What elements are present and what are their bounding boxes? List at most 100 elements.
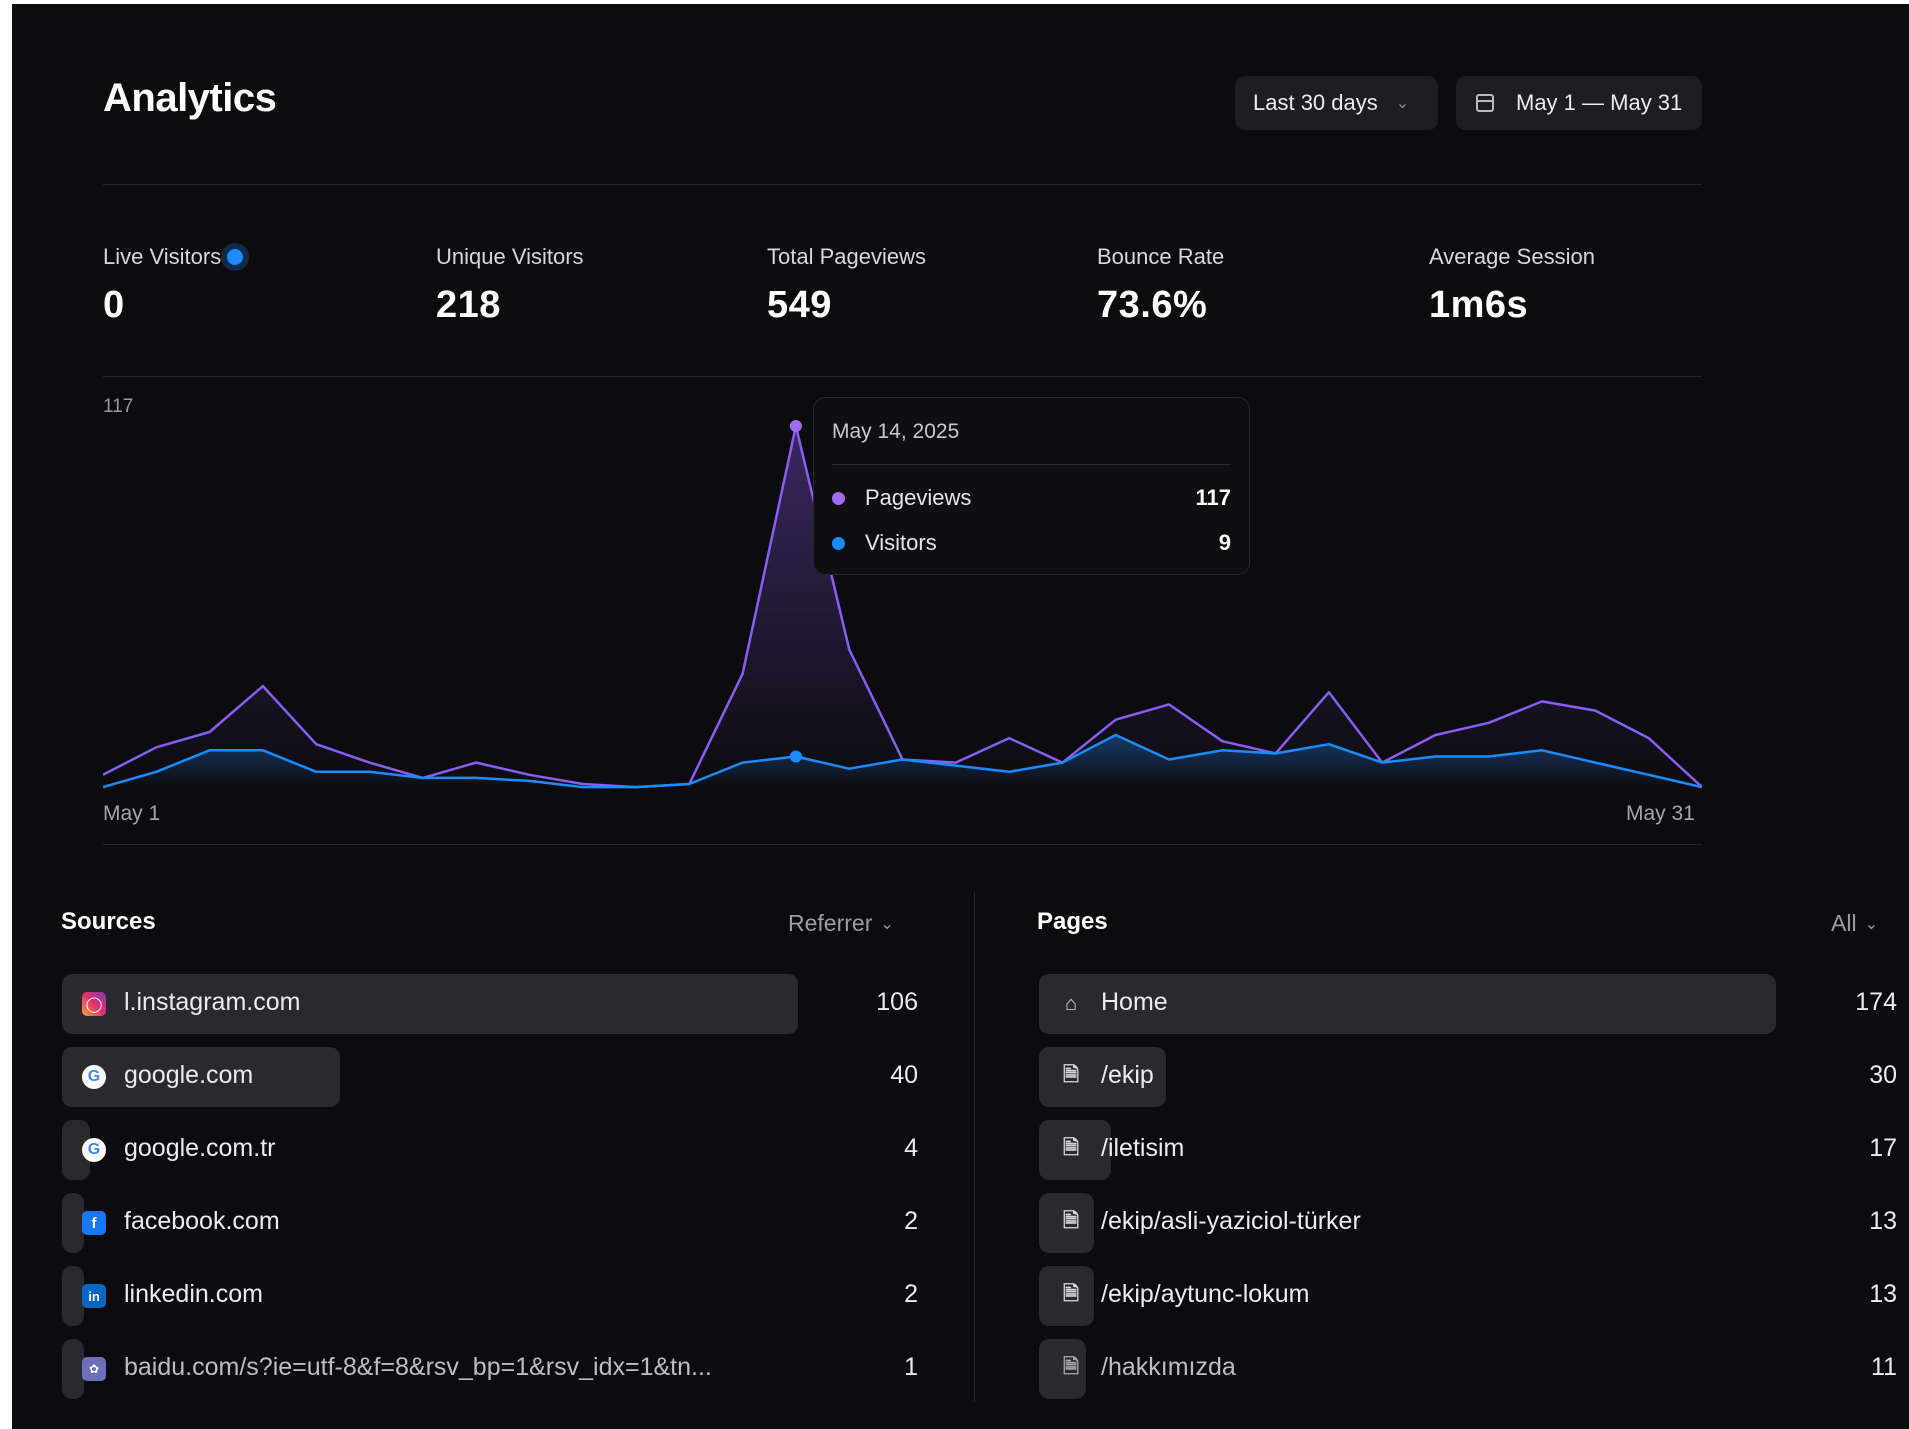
home-icon: ⌂ — [1064, 992, 1078, 1015]
source-row[interactable]: G google.com — [62, 1047, 798, 1107]
instagram-icon: ◯ — [82, 992, 106, 1016]
stat-value: 218 — [436, 284, 501, 326]
chevron-down-icon: ⌄ — [1864, 915, 1878, 933]
stat-label: Total Pageviews — [767, 244, 926, 269]
page-row[interactable]: 🗎 /hakkımızda — [1039, 1339, 1776, 1399]
source-row[interactable]: G google.com.tr — [62, 1120, 798, 1180]
range-select[interactable]: Last 30 days ⌄ — [1235, 76, 1438, 130]
page-name: /ekip/asli-yaziciol-türker — [1101, 1207, 1361, 1235]
google-icon: G — [82, 1065, 106, 1089]
x-axis-start-label: May 1 — [103, 802, 161, 825]
tooltip-label: Visitors — [865, 530, 937, 555]
file-icon: 🗎 — [1062, 1064, 1080, 1086]
page-row[interactable]: 🗎 /ekip/asli-yaziciol-türker — [1039, 1193, 1776, 1253]
tooltip-divider — [832, 464, 1231, 465]
page-row[interactable]: 🗎 /ekip — [1039, 1047, 1776, 1107]
stat-label: Bounce Rate — [1097, 244, 1225, 269]
x-axis-end-label: May 31 — [1626, 802, 1695, 825]
linkedin-icon: in — [82, 1284, 106, 1308]
tooltip-row-pageviews: Pageviews 117 — [832, 483, 1231, 513]
page-count: 13 — [1869, 1280, 1897, 1308]
page-name: /ekip/aytunc-lokum — [1101, 1280, 1310, 1308]
visitors-hover-point — [789, 750, 802, 763]
source-row[interactable]: f facebook.com — [62, 1193, 798, 1253]
visitors-dot-icon — [832, 536, 845, 550]
source-count: 4 — [904, 1134, 918, 1162]
page-name: /hakkımızda — [1101, 1353, 1236, 1381]
file-icon: 🗎 — [1062, 1356, 1080, 1378]
file-icon: 🗎 — [1062, 1137, 1080, 1159]
page-count: 17 — [1869, 1134, 1897, 1162]
page-row[interactable]: 🗎 /ekip/aytunc-lokum — [1039, 1266, 1776, 1326]
facebook-icon: f — [82, 1211, 106, 1235]
source-count: 2 — [904, 1280, 918, 1308]
page-title: Analytics — [103, 76, 277, 120]
chevron-down-icon: ⌄ — [1395, 95, 1410, 112]
baidu-icon: ✿ — [82, 1357, 106, 1381]
chart-tooltip: May 14, 2025 Pageviews 117 Visitors 9 — [813, 397, 1250, 575]
live-indicator-icon — [227, 249, 244, 265]
pages-filter-label: All — [1831, 910, 1857, 936]
stat-value: 73.6% — [1097, 284, 1208, 326]
column-divider — [974, 892, 975, 1402]
stat-bounce-rate: Bounce Rate 73.6% — [1097, 244, 1224, 327]
divider — [103, 376, 1702, 377]
date-range-button[interactable]: May 1 — May 31 — [1456, 76, 1702, 130]
stat-label: Average Session — [1429, 244, 1595, 269]
sources-filter-label: Referrer — [788, 910, 873, 936]
page-row[interactable]: 🗎 /iletisim — [1039, 1120, 1776, 1180]
stat-live-visitors: Live Visitors 0 — [103, 244, 244, 327]
source-name: google.com.tr — [124, 1134, 276, 1162]
sources-title: Sources — [61, 908, 156, 935]
source-name: l.instagram.com — [124, 988, 301, 1016]
tooltip-value: 117 — [1195, 485, 1232, 510]
stat-total-pageviews: Total Pageviews 549 — [767, 244, 926, 327]
source-row[interactable]: in linkedin.com — [62, 1266, 798, 1326]
file-icon: 🗎 — [1062, 1283, 1080, 1305]
source-bar — [62, 1339, 84, 1399]
source-name: google.com — [124, 1061, 254, 1089]
page-name: /ekip — [1101, 1061, 1154, 1089]
pageviews-dot-icon — [832, 491, 845, 505]
page-row[interactable]: ⌂ Home — [1039, 974, 1776, 1034]
page-count: 11 — [1871, 1353, 1897, 1381]
pages-filter-dropdown[interactable]: All ⌄ — [1831, 910, 1878, 937]
calendar-icon — [1476, 94, 1494, 112]
tooltip-label: Pageviews — [865, 485, 972, 510]
stat-unique-visitors: Unique Visitors 218 — [436, 244, 584, 327]
divider — [103, 844, 1702, 845]
source-count: 1 — [904, 1353, 918, 1381]
page-count: 174 — [1855, 988, 1897, 1016]
stat-average-session: Average Session 1m6s — [1429, 244, 1595, 327]
stat-label: Unique Visitors — [436, 244, 584, 269]
file-icon: 🗎 — [1062, 1210, 1080, 1232]
sources-filter-dropdown[interactable]: Referrer ⌄ — [788, 910, 894, 937]
tooltip-value: 9 — [1218, 530, 1231, 555]
stat-value: 549 — [767, 284, 832, 326]
chevron-down-icon: ⌄ — [880, 915, 894, 933]
page-name: Home — [1101, 988, 1168, 1016]
pages-title: Pages — [1037, 908, 1108, 935]
source-count: 40 — [890, 1061, 918, 1089]
source-count: 106 — [876, 988, 918, 1016]
source-count: 2 — [904, 1207, 918, 1235]
divider — [103, 184, 1702, 185]
page-count: 13 — [1869, 1207, 1897, 1235]
tooltip-row-visitors: Visitors 9 — [832, 528, 1231, 558]
source-row[interactable]: ◯ l.instagram.com — [62, 974, 798, 1034]
pageviews-hover-point — [789, 420, 802, 432]
tooltip-date: May 14, 2025 — [832, 420, 960, 443]
source-name: facebook.com — [124, 1207, 280, 1235]
date-range-label: May 1 — May 31 — [1516, 90, 1683, 115]
source-bar — [62, 1266, 84, 1326]
page-count: 30 — [1869, 1061, 1897, 1089]
page-name: /iletisim — [1101, 1134, 1185, 1162]
stat-value: 1m6s — [1429, 284, 1529, 326]
stat-value: 0 — [103, 284, 125, 326]
analytics-app: Analytics Last 30 days ⌄ May 1 — May 31 … — [12, 4, 1909, 1429]
source-name: linkedin.com — [124, 1280, 263, 1308]
range-select-label: Last 30 days — [1253, 90, 1378, 115]
google-icon: G — [82, 1138, 106, 1162]
stat-label: Live Visitors — [103, 244, 222, 269]
source-row[interactable]: ✿ baidu.com/s?ie=utf-8&f=8&rsv_bp=1&rsv_… — [62, 1339, 798, 1399]
